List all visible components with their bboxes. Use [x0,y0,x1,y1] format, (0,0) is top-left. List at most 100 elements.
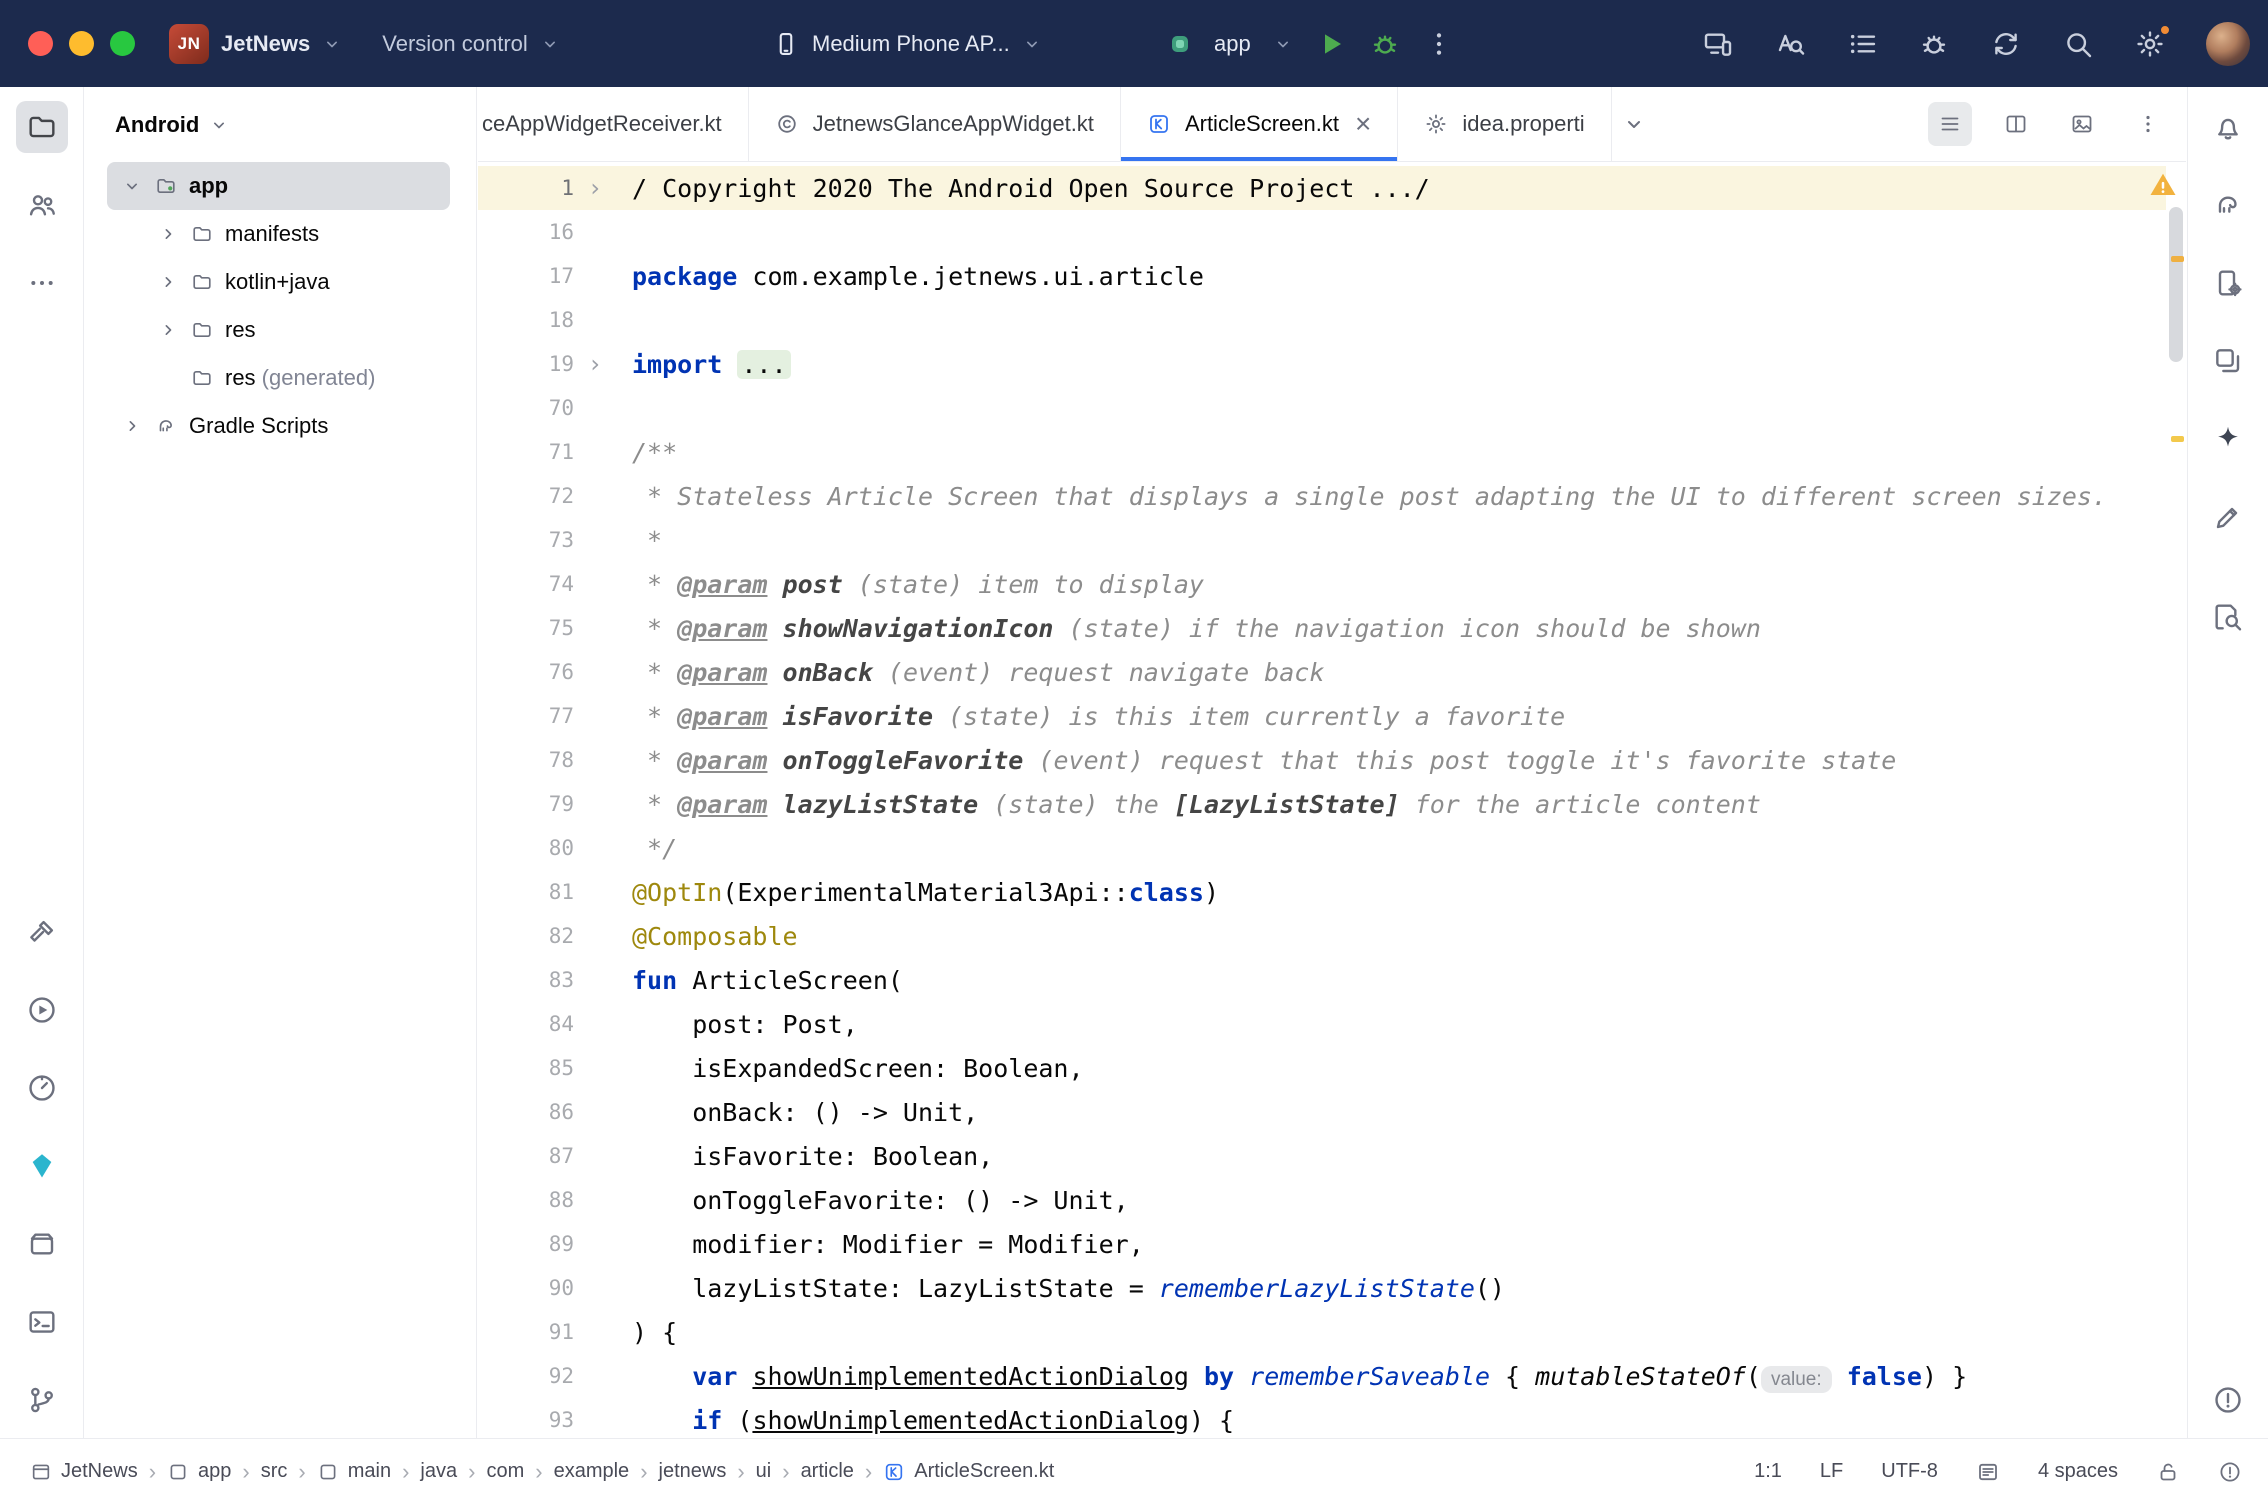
line-number[interactable]: 79 [478,792,574,816]
line-number[interactable]: 91 [478,1320,574,1344]
line-number[interactable]: 71 [478,440,574,464]
code-text[interactable]: isFavorite: Boolean, [616,1142,993,1171]
problems-icon[interactable] [2218,1460,2242,1484]
code-text[interactable]: /** [616,438,677,467]
code-line-71[interactable]: 71 /** [478,430,2166,474]
running-devices-button[interactable] [2202,335,2254,387]
line-number[interactable]: 78 [478,748,574,772]
code-text[interactable]: package com.example.jetnews.ui.article [616,262,1204,291]
code-line-84[interactable]: 84 post: Post, [478,1002,2166,1046]
code-text[interactable]: * @param showNavigationIcon (state) if t… [616,614,1761,643]
breadcrumb-com[interactable]: com [486,1460,524,1483]
code-text[interactable]: modifier: Modifier = Modifier, [616,1230,1144,1259]
code-line-89[interactable]: 89 modifier: Modifier = Modifier, [478,1222,2166,1266]
project-view-selector[interactable]: Android [85,87,476,162]
tree-item-res[interactable]: res (generated) [107,354,450,402]
code-line-77[interactable]: 77 * @param isFavorite (state) is this i… [478,694,2166,738]
tab-idea-properti[interactable]: idea.properti [1398,87,1611,161]
run-button[interactable] [1315,28,1347,60]
code-line-91[interactable]: 91 ) { [478,1310,2166,1354]
code-text[interactable]: * @param lazyListState (state) the [Lazy… [616,790,1761,819]
code-line-73[interactable]: 73 * [478,518,2166,562]
code-text[interactable]: * [616,526,662,555]
gradle-button[interactable] [2202,179,2254,231]
editor[interactable]: 1›/ Copyright 2020 The Android Open Sour… [478,162,2186,1438]
line-number[interactable]: 74 [478,572,574,596]
line-number[interactable]: 70 [478,396,574,420]
todo-list-button[interactable] [1846,28,1878,60]
code-text[interactable]: onToggleFavorite: () -> Unit, [616,1186,1129,1215]
breadcrumb-main[interactable]: main [317,1460,391,1483]
line-number[interactable]: 17 [478,264,574,288]
line-number[interactable]: 18 [478,308,574,332]
more-options-button[interactable] [2126,102,2170,146]
zoom-window-button[interactable] [110,31,135,56]
code-line-83[interactable]: 83 fun ArticleScreen( [478,958,2166,1002]
more-run-options-button[interactable] [1423,28,1455,60]
terminal-button[interactable] [16,1296,68,1348]
profiler-button[interactable] [16,1062,68,1114]
code-text[interactable]: ) { [616,1318,677,1347]
code-text[interactable]: @Composable [616,922,798,951]
code-text[interactable]: @OptIn(ExperimentalMaterial3Api::class) [616,878,1219,907]
code-line-19[interactable]: 19›import ... [478,342,2166,386]
layout-inspector-button[interactable] [2202,491,2254,543]
sync-project-button[interactable] [1990,28,2022,60]
line-number[interactable]: 82 [478,924,574,948]
more-tool-windows-button[interactable] [16,257,68,309]
line-number[interactable]: 93 [478,1408,574,1432]
code-text[interactable]: fun ArticleScreen( [616,966,903,995]
code-line-16[interactable]: 16 [478,210,2166,254]
line-number[interactable]: 89 [478,1232,574,1256]
tree-item-app[interactable]: app [107,162,450,210]
editor-list-button[interactable] [1928,102,1972,146]
code-line-1[interactable]: 1›/ Copyright 2020 The Android Open Sour… [478,166,2166,210]
line-number[interactable]: 75 [478,616,574,640]
code-line-92[interactable]: 92 var showUnimplementedActionDialog by … [478,1354,2166,1398]
user-avatar[interactable] [2206,22,2250,66]
code-line-80[interactable]: 80 */ [478,826,2166,870]
device-manager-button[interactable] [16,1218,68,1270]
search-everywhere-button[interactable] [2062,28,2094,60]
tree-chevron-icon[interactable] [115,416,149,436]
build-button[interactable] [16,906,68,958]
breadcrumb-articlescreen-kt[interactable]: ArticleScreen.kt [883,1460,1054,1483]
code-line-93[interactable]: 93 if (showUnimplementedActionDialog) { [478,1398,2166,1438]
project-widget[interactable]: JN JetNews [169,24,342,64]
file-encoding[interactable]: UTF-8 [1881,1460,1938,1483]
chevron-down-icon[interactable] [1273,34,1293,54]
tab-list-chevron[interactable] [1612,87,1656,161]
tree-item-kotlin-java[interactable]: kotlin+java [107,258,450,306]
project-view-button[interactable] [16,101,68,153]
line-ending[interactable]: LF [1820,1460,1843,1483]
code-text[interactable]: / Copyright 2020 The Android Open Source… [616,174,1430,203]
code-text[interactable]: import ... [616,350,791,379]
code-line-18[interactable]: 18 [478,298,2166,342]
minimize-window-button[interactable] [69,31,94,56]
commit-button[interactable] [16,179,68,231]
tab-articlescreen-kt[interactable]: ArticleScreen.kt× [1121,87,1398,161]
tree-chevron-icon[interactable] [115,176,149,196]
tab-ceappwidgetreceiver-kt[interactable]: ceAppWidgetReceiver.kt [478,87,749,161]
reader-mode-icon[interactable] [1976,1460,2000,1484]
line-number[interactable]: 73 [478,528,574,552]
line-number[interactable]: 86 [478,1100,574,1124]
breadcrumb-article[interactable]: article [801,1460,854,1483]
code-text[interactable]: * @param isFavorite (state) is this item… [616,702,1565,731]
tree-chevron-icon[interactable] [151,272,185,292]
folded-region[interactable]: ... [737,350,790,379]
line-number[interactable]: 83 [478,968,574,992]
line-number[interactable]: 84 [478,1012,574,1036]
line-number[interactable]: 77 [478,704,574,728]
device-selector[interactable]: Medium Phone AP... [772,30,1042,58]
code-line-76[interactable]: 76 * @param onBack (event) request navig… [478,650,2166,694]
device-manager-button[interactable] [2202,257,2254,309]
code-text[interactable]: var showUnimplementedActionDialog by rem… [616,1362,1967,1391]
tree-item-manifests[interactable]: manifests [107,210,450,258]
settings-button[interactable] [2134,28,2166,60]
code-inspection-button[interactable] [1774,28,1806,60]
line-number[interactable]: 90 [478,1276,574,1300]
tree-chevron-icon[interactable] [151,320,185,340]
line-number[interactable]: 87 [478,1144,574,1168]
breadcrumb-ui[interactable]: ui [756,1460,772,1483]
